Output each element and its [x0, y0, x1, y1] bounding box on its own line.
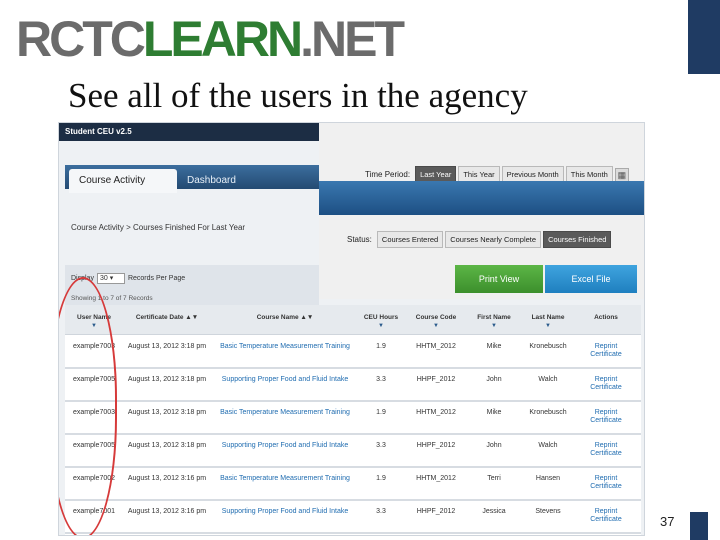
- app-title-bar: Student CEU v2.5: [59, 123, 319, 141]
- sort-arrow-icon: ▼: [491, 323, 497, 329]
- ceu-hours-cell: 1.9: [376, 409, 386, 416]
- filter-panel: Time Period: Last Year This Year Previou…: [319, 123, 644, 299]
- excel-file-button[interactable]: Excel File: [545, 265, 637, 293]
- records-per-page-select[interactable]: 30 ▾: [96, 273, 125, 284]
- records-per-page-label: Records Per Page: [127, 275, 186, 282]
- sort-arrow-icon: ▼: [545, 323, 551, 329]
- course-code-cell: HHPF_2012: [416, 442, 456, 449]
- table-row: example7002 August 13, 2012 3:16 pm Basic …: [65, 468, 641, 501]
- first-name-cell: Terri: [487, 475, 501, 482]
- app-screenshot: Student CEU v2.5 Course Activity Dashboa…: [58, 122, 645, 536]
- records-per-page-value: 30: [99, 275, 108, 282]
- last-name-cell: Kronebusch: [529, 409, 567, 416]
- status-courses-entered-button[interactable]: Courses Entered: [376, 231, 444, 248]
- table-row: example7003 August 13, 2012 3:18 pm Basic …: [65, 402, 641, 435]
- breadcrumb: Course Activity > Courses Finished For L…: [71, 223, 246, 232]
- reprint-certificate-link[interactable]: Reprint Certificate: [581, 475, 631, 491]
- table-row: example7005 August 13, 2012 3:18 pm Suppor…: [65, 435, 641, 468]
- ceu-hours-cell: 1.9: [376, 475, 386, 482]
- course-name-link[interactable]: Basic Temperature Measurement Training: [215, 343, 355, 351]
- col-first-name[interactable]: First Name ▼: [469, 314, 519, 329]
- tab-dashboard[interactable]: Dashboard: [177, 169, 277, 193]
- slide-number: 37: [660, 514, 675, 529]
- sort-arrow-icon: ▼: [433, 323, 439, 329]
- filter-band: [319, 181, 644, 215]
- course-name-link[interactable]: Basic Temperature Measurement Training: [215, 409, 355, 417]
- certificate-date-cell: August 13, 2012 3:18 pm: [127, 343, 207, 350]
- certificate-date-cell: August 13, 2012 3:16 pm: [127, 508, 207, 515]
- status-filter: Status: Courses Entered Courses Nearly C…: [347, 231, 612, 248]
- col-course-name[interactable]: Course Name ▲▼: [215, 314, 355, 321]
- course-code-cell: HHPF_2012: [416, 508, 456, 515]
- reprint-certificate-link[interactable]: Reprint Certificate: [581, 442, 631, 458]
- first-name-cell: Mike: [486, 343, 502, 350]
- course-code-cell: HHPF_2012: [416, 376, 456, 383]
- course-name-link[interactable]: Basic Temperature Measurement Training: [215, 475, 355, 483]
- col-course-code[interactable]: Course Code ▼: [411, 314, 461, 329]
- reprint-certificate-link[interactable]: Reprint Certificate: [581, 409, 631, 425]
- calendar-icon[interactable]: ▦: [614, 167, 629, 182]
- first-name-cell: John: [486, 376, 502, 383]
- certificate-date-cell: August 13, 2012 3:16 pm: [127, 475, 207, 482]
- certificate-date-cell: August 13, 2012 3:18 pm: [127, 409, 207, 416]
- time-period-label: Time Period:: [365, 170, 411, 179]
- records-bar: Display 30 ▾ Records Per Page Showing 1 …: [65, 265, 319, 305]
- certificate-date-cell: August 13, 2012 3:18 pm: [127, 376, 207, 383]
- status-nearly-complete-button[interactable]: Courses Nearly Complete: [445, 231, 542, 248]
- tab-course-activity[interactable]: Course Activity: [69, 169, 177, 193]
- ceu-hours-cell: 1.9: [376, 343, 386, 350]
- course-name-link[interactable]: Supporting Proper Food and Fluid Intake: [215, 508, 355, 516]
- table-header: User Name ▼ Certificate Date ▲▼ Course Na…: [65, 305, 641, 335]
- col-actions: Actions: [594, 314, 618, 321]
- ceu-hours-cell: 3.3: [376, 508, 386, 515]
- print-view-button[interactable]: Print View: [455, 265, 543, 293]
- last-name-cell: Walch: [538, 376, 558, 383]
- ceu-hours-cell: 3.3: [376, 376, 386, 383]
- first-name-cell: Mike: [486, 409, 502, 416]
- certificate-date-cell: August 13, 2012 3:18 pm: [127, 442, 207, 449]
- results-table: User Name ▼ Certificate Date ▲▼ Course Na…: [65, 305, 641, 535]
- status-label: Status:: [347, 235, 372, 244]
- table-row: example7001 August 13, 2012 3:16 pm Suppor…: [65, 501, 641, 534]
- last-name-cell: Kronebusch: [529, 343, 567, 350]
- course-name-link[interactable]: Supporting Proper Food and Fluid Intake: [215, 442, 355, 450]
- table-row: example7005 August 13, 2012 3:18 pm Suppor…: [65, 369, 641, 402]
- last-name-cell: Walch: [538, 442, 558, 449]
- last-name-cell: Hansen: [535, 475, 561, 482]
- last-name-cell: Stevens: [535, 508, 561, 515]
- col-certificate-date[interactable]: Certificate Date ▲▼: [127, 314, 207, 321]
- ceu-hours-cell: 3.3: [376, 442, 386, 449]
- status-courses-finished-button[interactable]: Courses Finished: [543, 231, 612, 248]
- first-name-cell: Jessica: [482, 508, 506, 515]
- highlight-circle: [59, 277, 117, 535]
- sort-arrow-icon: ▼: [378, 323, 384, 329]
- accent-bar-top: [688, 0, 720, 74]
- reprint-certificate-link[interactable]: Reprint Certificate: [581, 343, 631, 359]
- col-ceu-hours[interactable]: CEU Hours ▼: [361, 314, 401, 329]
- course-code-cell: HHTM_2012: [416, 343, 456, 350]
- table-row: example7003 August 13, 2012 3:18 pm Basic …: [65, 336, 641, 369]
- first-name-cell: John: [486, 442, 502, 449]
- accent-bar-bottom: [690, 512, 708, 540]
- reprint-certificate-link[interactable]: Reprint Certificate: [581, 508, 631, 524]
- slide-title: See all of the users in the agency: [68, 76, 528, 115]
- reprint-certificate-link[interactable]: Reprint Certificate: [581, 376, 631, 392]
- course-code-cell: HHTM_2012: [416, 475, 456, 482]
- rctclearn-logo: RCTCLEARN.NET: [16, 11, 405, 67]
- course-code-cell: HHTM_2012: [416, 409, 456, 416]
- course-name-link[interactable]: Supporting Proper Food and Fluid Intake: [215, 376, 355, 384]
- col-last-name[interactable]: Last Name ▼: [523, 314, 573, 329]
